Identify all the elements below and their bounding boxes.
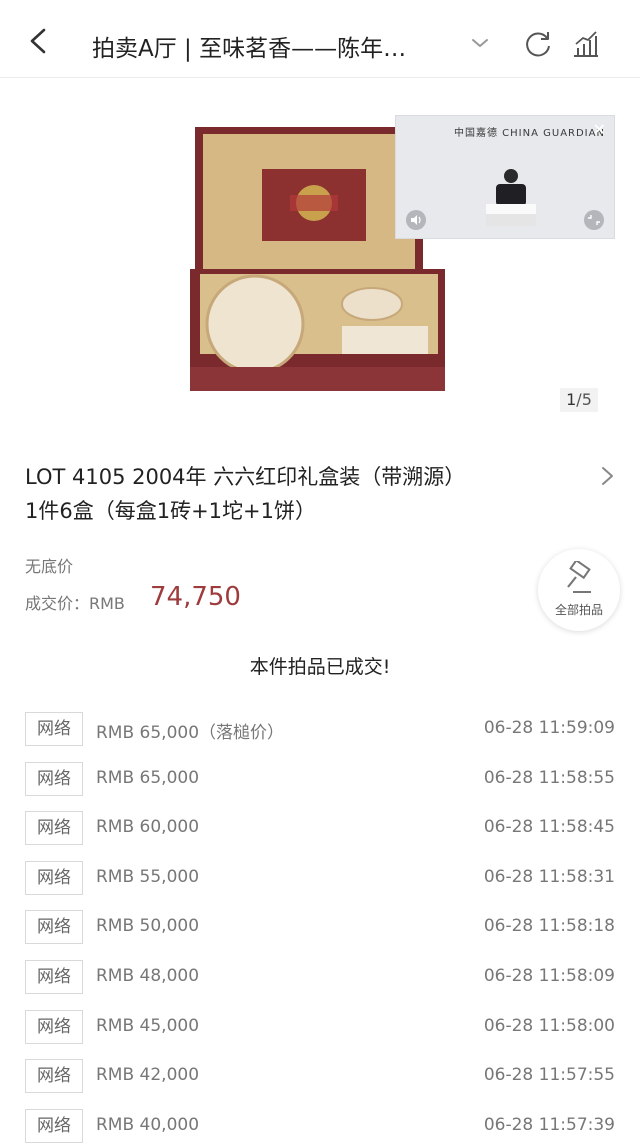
- page-indicator: 1/5: [560, 388, 598, 412]
- bid-row: 网络 RMB 65,000（落槌价） 06-28 11:59:09: [0, 705, 640, 755]
- bid-time: 06-28 11:57:39: [483, 1114, 615, 1135]
- lot-title-line1: LOT 4105 2004年 六六红印礼盒装（带溯源）: [25, 465, 466, 489]
- bid-channel-tag: 网络: [25, 761, 83, 796]
- bid-time: 06-28 11:58:18: [483, 916, 615, 937]
- gavel-icon: [567, 561, 591, 593]
- refresh-icon[interactable]: [522, 28, 554, 60]
- reserve-price-label: 无底价: [25, 557, 74, 576]
- all-lots-label: 全部拍品: [554, 603, 603, 617]
- bid-time: 06-28 11:59:09: [483, 718, 615, 738]
- final-price-value: 74,750: [150, 582, 241, 612]
- bid-channel-tag: 网络: [25, 712, 83, 746]
- final-price-label: 成交价：RMB: [25, 594, 125, 613]
- bid-channel-tag: 网络: [25, 1009, 83, 1044]
- bid-amount: RMB 65,000（落槌价）: [96, 723, 285, 743]
- close-icon[interactable]: ✕: [593, 120, 606, 139]
- lot-title[interactable]: LOT 4105 2004年 六六红印礼盒装（带溯源） 1件6盒（每盒1砖+1坨…: [25, 460, 565, 528]
- all-lots-button[interactable]: 全部拍品: [538, 549, 620, 631]
- bid-amount: RMB 42,000: [96, 1065, 200, 1086]
- bid-channel-tag: 网络: [25, 1059, 83, 1094]
- bid-time: 06-28 11:57:55: [483, 1065, 615, 1086]
- sold-message: 本件拍品已成交!: [249, 656, 391, 678]
- bid-amount: RMB 48,000: [96, 965, 200, 986]
- stats-chart-icon[interactable]: [570, 28, 602, 60]
- live-video-window[interactable]: 中国嘉德 CHINA GUARDIAN ✕: [395, 115, 615, 239]
- bid-amount: RMB 45,000: [96, 1015, 200, 1036]
- bid-channel-tag: 网络: [25, 959, 83, 994]
- chevron-right-icon[interactable]: [597, 464, 619, 488]
- bid-channel-tag: 网络: [25, 811, 83, 846]
- minimize-icon[interactable]: [584, 210, 604, 230]
- bid-time: 06-28 11:58:09: [483, 965, 615, 986]
- auctioneer-figure: [486, 169, 536, 226]
- bid-time: 06-28 11:58:00: [483, 1015, 615, 1036]
- bid-amount: RMB 50,000: [96, 916, 200, 937]
- bid-amount: RMB 55,000: [96, 866, 200, 887]
- bid-history-list: 网络 RMB 65,000（落槌价） 06-28 11:59:09 网络 RMB…: [0, 705, 640, 1146]
- bid-channel-tag: 网络: [25, 910, 83, 945]
- page-title: 拍卖A厅 | 至味茗香——陈年…: [92, 36, 407, 62]
- bid-row: 网络 RMB 65,000 06-28 11:58:55: [0, 755, 640, 805]
- back-arrow-icon[interactable]: [22, 24, 56, 58]
- lot-title-line2: 1件6盒（每盒1砖+1坨+1饼）: [25, 499, 316, 523]
- bid-amount: RMB 65,000: [96, 767, 200, 788]
- bid-row: 网络 RMB 55,000 06-28 11:58:31: [0, 854, 640, 904]
- bid-row: 网络 RMB 42,000 06-28 11:57:55: [0, 1052, 640, 1102]
- lot-image-carousel[interactable]: 中国嘉德 CHINA GUARDIAN ✕ 1/5: [0, 79, 640, 424]
- bid-amount: RMB 60,000: [96, 817, 200, 838]
- live-logo: 中国嘉德 CHINA GUARDIAN: [454, 128, 605, 139]
- volume-icon[interactable]: [406, 210, 426, 230]
- top-bar: 拍卖A厅 | 至味茗香——陈年…: [0, 0, 640, 78]
- chevron-down-icon[interactable]: [466, 32, 494, 54]
- page-current: 1: [566, 390, 577, 409]
- bid-time: 06-28 11:58:55: [483, 767, 615, 788]
- bid-row: 网络 RMB 45,000 06-28 11:58:00: [0, 1003, 640, 1053]
- bid-row: 网络 RMB 40,000 06-28 11:57:39: [0, 1102, 640, 1146]
- bid-row: 网络 RMB 50,000 06-28 11:58:18: [0, 903, 640, 953]
- bid-row: 网络 RMB 60,000 06-28 11:58:45: [0, 804, 640, 854]
- bid-time: 06-28 11:58:31: [483, 866, 615, 887]
- bid-channel-tag: 网络: [25, 1108, 83, 1143]
- bid-channel-tag: 网络: [25, 860, 83, 895]
- bid-row: 网络 RMB 48,000 06-28 11:58:09: [0, 953, 640, 1003]
- bid-amount: RMB 40,000: [96, 1114, 200, 1135]
- page-total: /5: [576, 390, 592, 409]
- bid-time: 06-28 11:58:45: [483, 817, 615, 838]
